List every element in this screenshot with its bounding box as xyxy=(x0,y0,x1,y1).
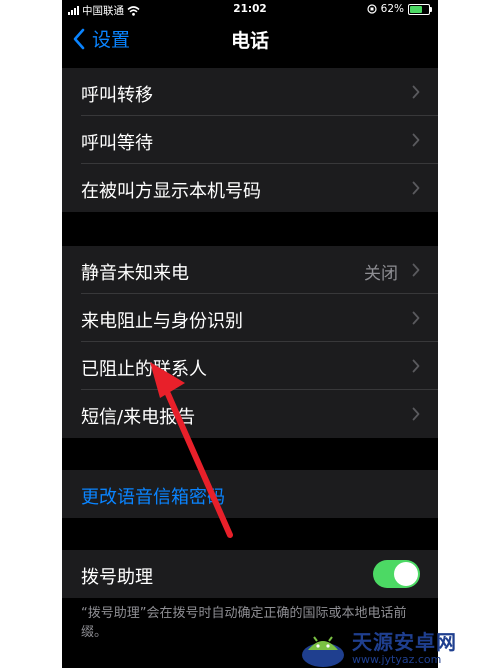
watermark: 天源安卓网 www.jytyaz.com xyxy=(300,628,457,668)
watermark-url: www.jytyaz.com xyxy=(352,652,442,666)
annotation-arrow-icon xyxy=(150,362,233,538)
watermark-name: 天源安卓网 xyxy=(352,629,457,654)
android-logo-icon xyxy=(302,636,344,667)
